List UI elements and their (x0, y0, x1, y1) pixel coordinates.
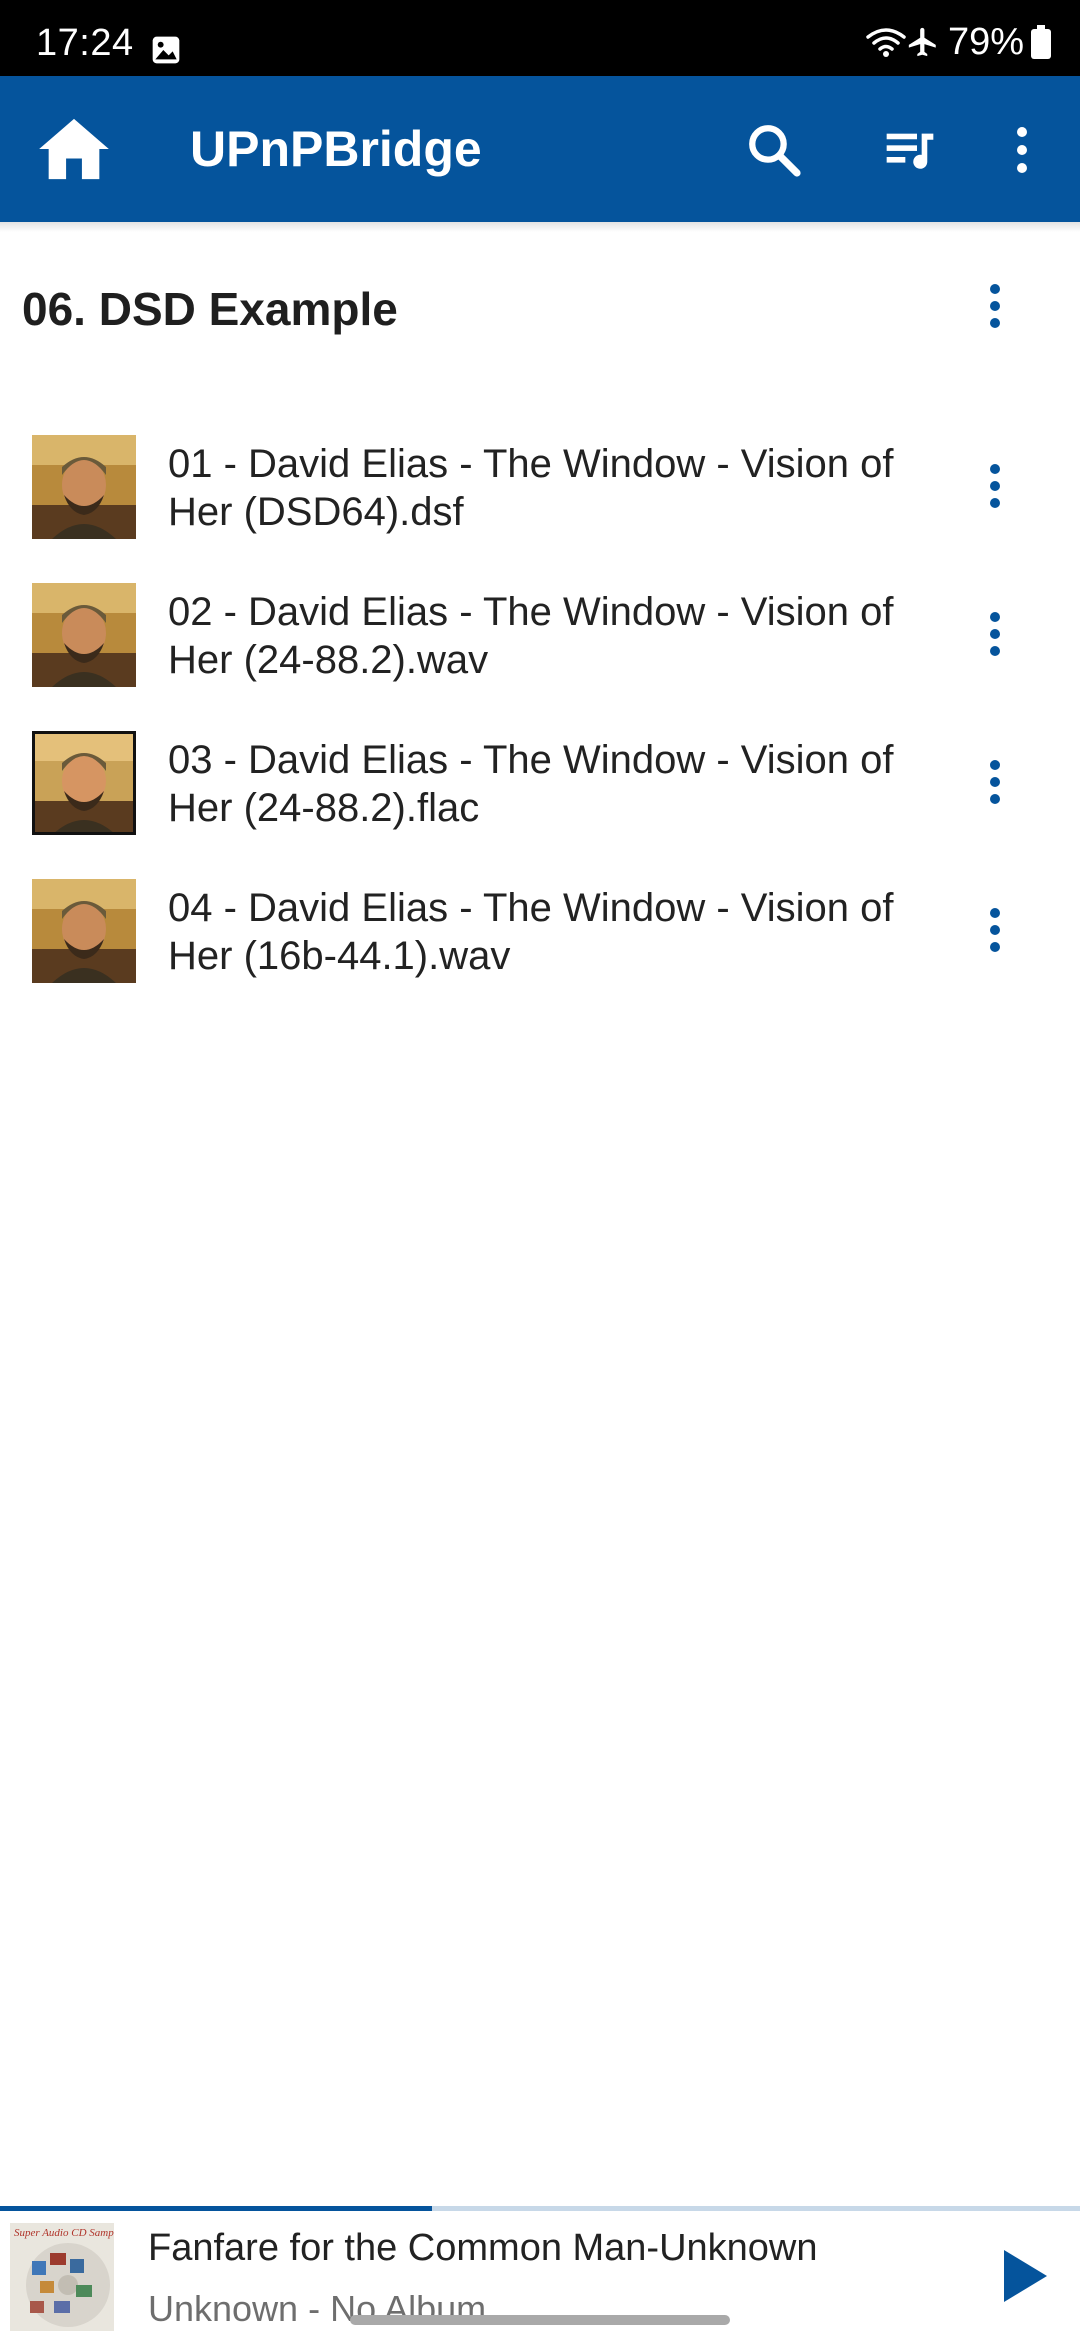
folder-menu-button[interactable] (975, 266, 1015, 346)
app-bar: UPnPBridge (0, 76, 1080, 222)
app-title: UPnPBridge (190, 121, 482, 177)
battery-percent: 79% (947, 21, 1024, 63)
album-art-thumbnail (32, 731, 136, 835)
play-button[interactable] (990, 2241, 1060, 2311)
gallery-icon (152, 36, 180, 64)
album-art-thumbnail (32, 879, 136, 983)
status-time: 17:24 (36, 22, 134, 64)
search-icon (749, 125, 801, 177)
more-vert-icon (990, 908, 1000, 952)
search-button[interactable] (742, 118, 806, 182)
track-row[interactable]: 03 - David Elias - The Window - Vision o… (0, 716, 1080, 864)
track-menu-button[interactable] (975, 594, 1015, 674)
status-icons: 79% (866, 22, 1052, 62)
track-title: 02 - David Elias - The Window - Vision o… (168, 590, 894, 682)
track-list: 01 - David Elias - The Window - Vision o… (0, 420, 1080, 1012)
airplane-icon (908, 27, 936, 57)
more-vert-icon (990, 612, 1000, 656)
more-vert-icon (1017, 127, 1027, 173)
track-menu-button[interactable] (975, 742, 1015, 822)
now-playing-album-art: Super Audio CD Sampler (10, 2223, 114, 2331)
play-icon (1004, 2250, 1047, 2302)
gesture-navigation-bar[interactable] (350, 2315, 730, 2325)
track-menu-button[interactable] (975, 446, 1015, 526)
track-title: 01 - David Elias - The Window - Vision o… (168, 442, 894, 534)
album-art-thumbnail (32, 583, 136, 687)
status-bar: 17:24 79% (0, 0, 1080, 76)
now-playing-art-text: Super Audio CD Sampler (14, 2227, 114, 2239)
home-icon (39, 118, 109, 180)
more-vert-icon (990, 284, 1000, 328)
track-title: 03 - David Elias - The Window - Vision o… (168, 738, 894, 830)
app-bar-shadow (0, 222, 1080, 232)
track-row[interactable]: 02 - David Elias - The Window - Vision o… (0, 568, 1080, 716)
more-vert-icon (990, 760, 1000, 804)
track-title: 04 - David Elias - The Window - Vision o… (168, 886, 894, 978)
home-button[interactable] (36, 114, 112, 184)
overflow-menu-button[interactable] (990, 118, 1054, 182)
album-art-thumbnail (32, 435, 136, 539)
wifi-icon (866, 28, 906, 57)
track-row[interactable]: 04 - David Elias - The Window - Vision o… (0, 864, 1080, 1012)
track-row[interactable]: 01 - David Elias - The Window - Vision o… (0, 420, 1080, 568)
folder-title: 06. DSD Example (22, 283, 398, 335)
battery-icon (1031, 25, 1051, 59)
more-vert-icon (990, 464, 1000, 508)
queue-button[interactable] (878, 118, 942, 182)
now-playing-title: Fanfare for the Common Man-Unknown (148, 2227, 818, 2269)
track-menu-button[interactable] (975, 890, 1015, 970)
queue-music-icon (886, 133, 934, 169)
